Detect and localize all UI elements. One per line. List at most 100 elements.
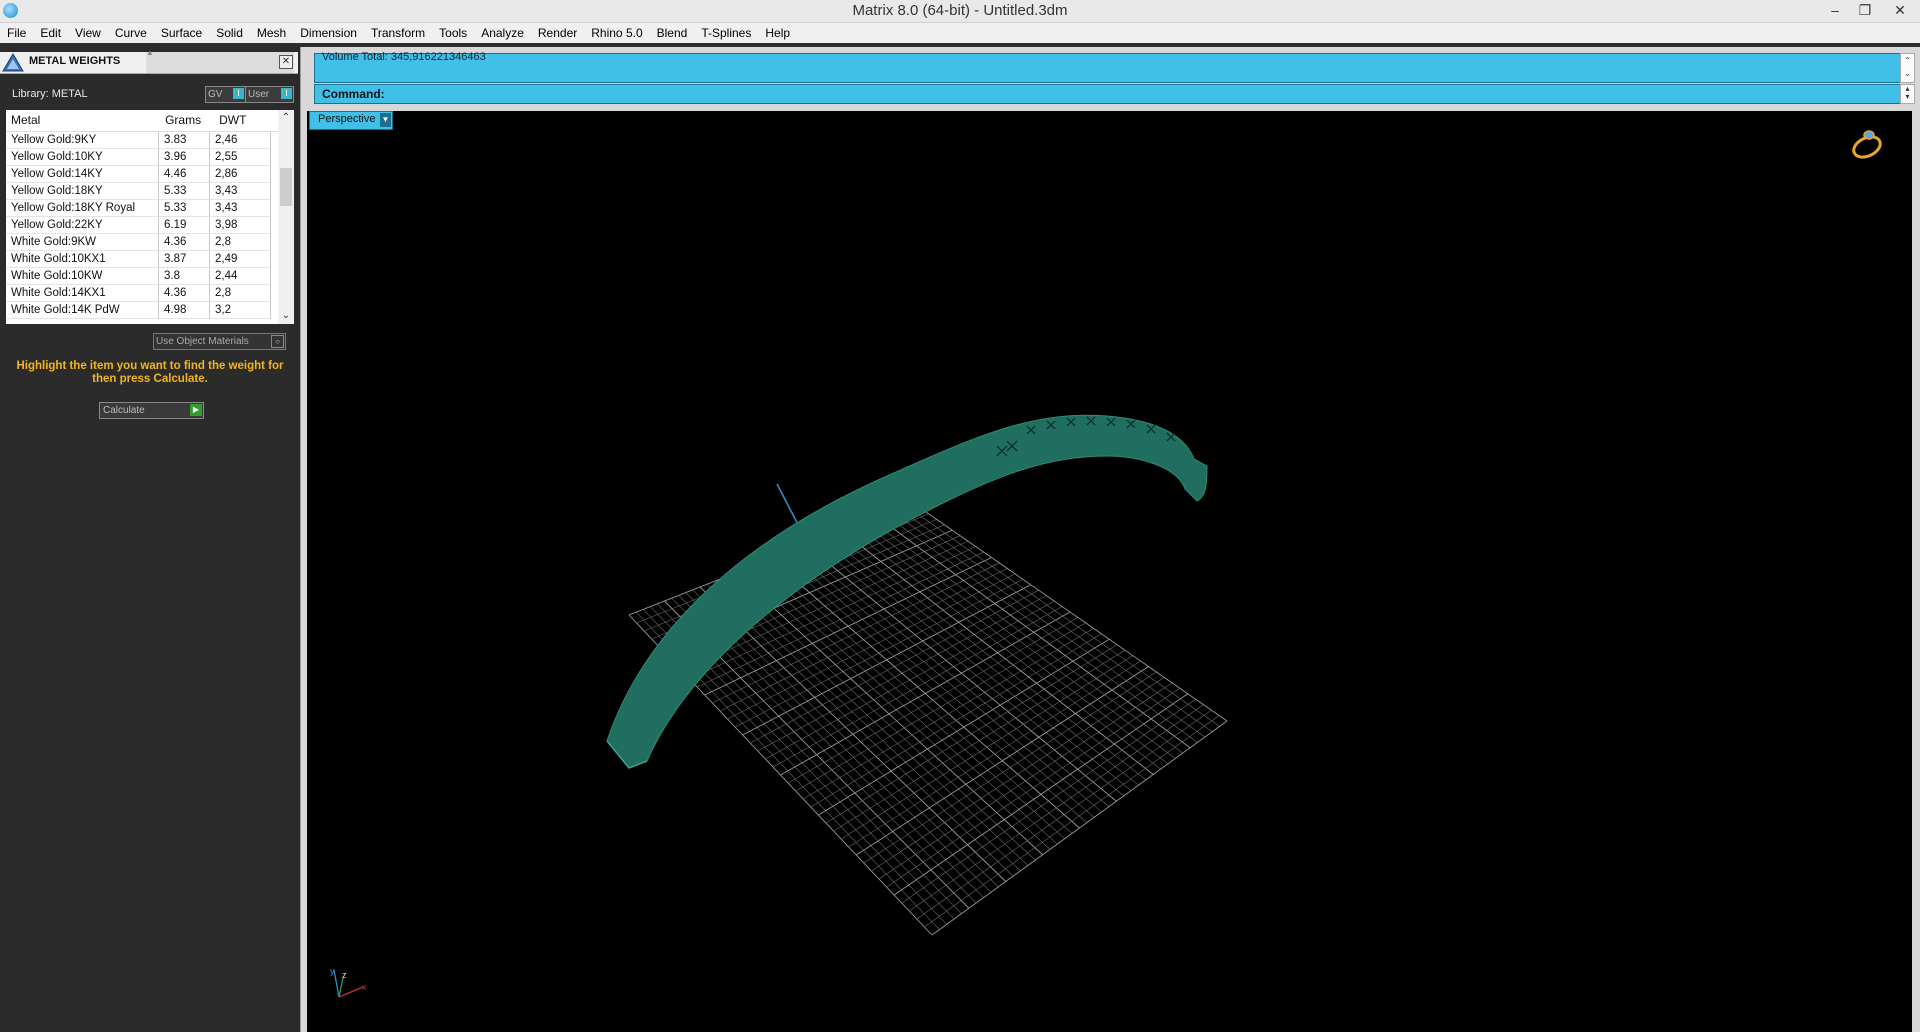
minimize-button[interactable]: – [1820,0,1850,20]
column-header-dwt[interactable]: DWT [214,110,278,131]
command-history-text: Volume Total: 345,916221346463 [322,51,486,63]
metal-cell: Yellow Gold:18KY Royal [6,200,159,217]
perspective-viewport[interactable]: Perspective ▼ y z x [307,111,1912,1032]
viewport-tab[interactable]: Perspective ▼ [309,111,393,130]
grams-cell: 5.33 [159,200,210,217]
menu-tools[interactable]: Tools [432,23,474,43]
grams-cell: 5.33 [159,183,210,200]
viewport-dropdown-icon[interactable]: ▼ [380,113,391,127]
matrix-logo-icon [2,53,24,72]
grid-line [884,513,1198,743]
calculate-button[interactable]: Calculate ▶ [99,402,204,419]
table-row[interactable]: White Gold:14K PdW 4.98 3,2 [6,302,278,319]
table-row[interactable]: White Gold:10KW 3.8 2,44 [6,268,278,285]
table-row[interactable]: Yellow Gold:10KY 3.96 2,55 [6,149,278,166]
table-scrollbar[interactable]: ⌃ ⌄ [278,110,294,324]
history-scrollbar[interactable]: ⌃ ⌄ [1900,53,1915,83]
use-object-materials-checkbox[interactable]: Use Object Materials ○ [153,333,286,350]
table-row[interactable]: White Gold:10KX1 3.87 2,49 [6,251,278,268]
metal-cell: Yellow Gold:9KY [6,132,159,149]
dwt-cell: 2,8 [210,234,271,251]
scroll-up-icon[interactable]: ⌃ [278,110,294,126]
grid-line [893,693,1189,896]
scene-canvas[interactable] [307,111,1912,1032]
library-label: Library: METAL [12,88,88,100]
table-row[interactable]: White Gold:9KW 4.36 2,8 [6,234,278,251]
dwt-cell: 2,86 [210,166,271,183]
user-toggle-label: User [248,89,270,100]
scroll-thumb[interactable] [280,168,292,206]
user-toggle-knob: I [281,88,292,99]
metal-cell: White Gold:9KW [6,234,159,251]
restore-button[interactable]: ❐ [1850,0,1880,20]
ring-icon[interactable] [1847,123,1887,163]
table-row[interactable]: White Gold:14KX1 4.36 2,8 [6,285,278,302]
dwt-cell: 2,8 [210,285,271,302]
menu-help[interactable]: Help [758,23,797,43]
grid-line [912,502,1228,722]
table-row[interactable]: Yellow Gold:9KY 3.83 2,46 [6,132,278,149]
menu-blend[interactable]: Blend [650,23,695,43]
menu-curve[interactable]: Curve [108,23,154,43]
dwt-cell: 3,98 [210,217,271,234]
menu-mesh[interactable]: Mesh [250,23,293,43]
menu-analyze[interactable]: Analyze [474,23,531,43]
table-row[interactable]: Yellow Gold:22KY 6.19 3,98 [6,217,278,234]
viewport-name: Perspective [318,113,376,125]
grid-line [901,698,1196,904]
metal-cell: White Gold:10KW [6,268,159,285]
gv-toggle[interactable]: GV I [205,86,246,103]
checkbox-box[interactable]: ○ [271,335,284,348]
table-header: Metal Grams DWT [6,110,278,132]
close-button[interactable]: ✕ [1882,0,1918,20]
menu-render[interactable]: Render [531,23,584,43]
menu-solid[interactable]: Solid [209,23,250,43]
column-header-metal[interactable]: Metal [6,110,160,131]
scroll-down-icon[interactable]: ⌄ [278,308,294,324]
metal-cell: White Gold:14KX1 [6,285,159,302]
menu-t-splines[interactable]: T-Splines [694,23,758,43]
grid-line [877,516,1191,749]
metal-cell: Yellow Gold:10KY [6,149,159,166]
menu-edit[interactable]: Edit [33,23,68,43]
command-prompt-label: Command: [322,87,385,101]
table-row[interactable]: Yellow Gold:18KY Royal 5.33 3,43 [6,200,278,217]
command-line[interactable]: Command: [314,84,1906,104]
menu-file[interactable]: File [0,23,33,43]
instruction-text: Highlight the item you want to find the … [16,360,284,385]
grams-cell: 4.36 [159,285,210,302]
grams-cell: 3.96 [159,149,210,166]
menu-view[interactable]: View [68,23,108,43]
grams-cell: 3.83 [159,132,210,149]
command-history: Volume Total: 345,916221346463 [314,51,1906,83]
window-title: Matrix 8.0 (64-bit) - Untitled.3dm [852,2,1068,19]
metal-cell: Yellow Gold:14KY [6,166,159,183]
dwt-cell: 2,44 [210,268,271,285]
grams-cell: 3.8 [159,268,210,285]
axis-label-x: x [362,982,367,992]
calculate-label: Calculate [103,405,145,416]
column-header-grams[interactable]: Grams [160,110,214,131]
menu-transform[interactable]: Transform [364,23,432,43]
menu-surface[interactable]: Surface [154,23,209,43]
command-scrollbar[interactable]: ▴ ▾ [1900,84,1915,104]
panel-close-button[interactable]: ✕ [279,55,293,69]
title-bar: Matrix 8.0 (64-bit) - Untitled.3dm – ❐ ✕ [0,0,1920,23]
grams-cell: 4.46 [159,166,210,183]
dwt-cell: 3,2 [210,302,271,319]
table-row[interactable]: Yellow Gold:14KY 4.46 2,86 [6,166,278,183]
table-row[interactable]: Yellow Gold:18KY 5.33 3,43 [6,183,278,200]
panel-header-spacer [146,52,294,73]
menu-rhino-5-0[interactable]: Rhino 5.0 [584,23,649,43]
gv-toggle-knob: I [233,88,244,99]
metal-cell: White Gold:14K PdW [6,302,159,319]
dwt-cell: 3,43 [210,200,271,217]
menu-bar: File Edit View Curve Surface Solid Mesh Dimensi… [0,23,1920,43]
menu-dimension[interactable]: Dimension [293,23,364,43]
use-object-materials-label: Use Object Materials [156,336,249,347]
viewport-right-border [1912,111,1920,1032]
user-toggle[interactable]: User I [245,86,294,103]
metal-cell: White Gold:10KX1 [6,251,159,268]
panel-collapse-icon[interactable]: ▲ [146,48,154,57]
dwt-cell: 2,55 [210,149,271,166]
